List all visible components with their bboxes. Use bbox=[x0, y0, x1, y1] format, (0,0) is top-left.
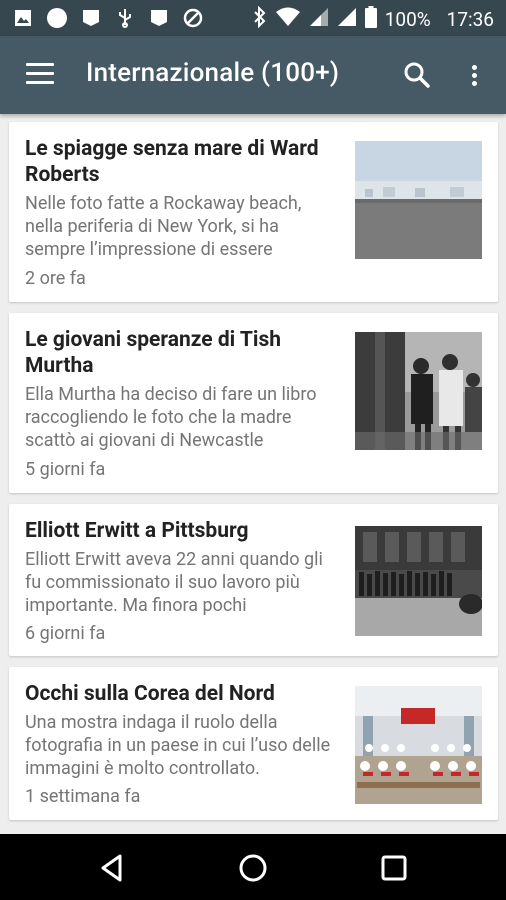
article-description: Una mostra indaga il ruolo della fotogra… bbox=[25, 712, 331, 779]
article-card[interactable]: Le spiagge senza mare di Ward Roberts Ne… bbox=[9, 122, 498, 302]
article-time: 1 settimana fa bbox=[25, 786, 141, 807]
back-icon[interactable] bbox=[96, 851, 130, 885]
home-icon[interactable] bbox=[236, 851, 270, 885]
clock: 17:36 bbox=[446, 8, 494, 31]
signal-icon-2 bbox=[337, 7, 357, 32]
article-thumbnail bbox=[355, 141, 482, 259]
article-time: 2 ore fa bbox=[25, 268, 86, 289]
gallery-icon bbox=[12, 8, 34, 28]
circle-notification-icon bbox=[46, 8, 68, 28]
signal-icon bbox=[309, 7, 329, 32]
menu-icon[interactable] bbox=[26, 63, 54, 85]
bluetooth-icon bbox=[253, 5, 267, 33]
search-icon[interactable] bbox=[402, 60, 432, 90]
article-time: 5 giorni fa bbox=[25, 459, 106, 480]
article-thumbnail bbox=[355, 686, 482, 804]
status-bar: 100% 17:36 bbox=[0, 0, 506, 36]
battery-percent: 100% bbox=[384, 8, 431, 31]
app-bar: Internazionale (100+) bbox=[0, 36, 506, 114]
message-icon-2 bbox=[148, 8, 170, 28]
message-icon bbox=[80, 8, 102, 28]
article-description: Ella Murtha ha deciso di fare un libro r… bbox=[25, 384, 317, 451]
article-time: 6 giorni fa bbox=[25, 623, 106, 644]
article-description: Elliott Erwitt aveva 22 anni quando gli … bbox=[25, 549, 323, 616]
article-card[interactable]: Occhi sulla Corea del Nord Una mostra in… bbox=[9, 667, 498, 820]
article-card[interactable]: Le giovani speranze di Tish Murtha Ella … bbox=[9, 313, 498, 493]
article-card[interactable]: Elliott Erwitt a Pittsburg Elliott Erwit… bbox=[9, 504, 498, 656]
article-description: Nelle foto fatte a Rockaway beach, nella… bbox=[25, 193, 302, 260]
more-options-icon[interactable] bbox=[464, 60, 484, 90]
recents-icon[interactable] bbox=[377, 851, 411, 885]
usb-icon bbox=[114, 8, 136, 28]
article-title: Le giovani speranze di Tish Murtha bbox=[25, 328, 281, 378]
page-title: Internazionale (100+) bbox=[86, 58, 340, 88]
navigation-bar bbox=[0, 834, 506, 900]
battery-icon bbox=[364, 6, 377, 33]
data-saver-icon bbox=[182, 8, 204, 28]
article-thumbnail bbox=[355, 332, 482, 450]
article-thumbnail bbox=[355, 526, 482, 636]
article-title: Occhi sulla Corea del Nord bbox=[25, 682, 275, 706]
article-title: Le spiagge senza mare di Ward Roberts bbox=[25, 137, 319, 187]
article-title: Elliott Erwitt a Pittsburg bbox=[25, 519, 249, 543]
wifi-icon bbox=[275, 7, 301, 32]
